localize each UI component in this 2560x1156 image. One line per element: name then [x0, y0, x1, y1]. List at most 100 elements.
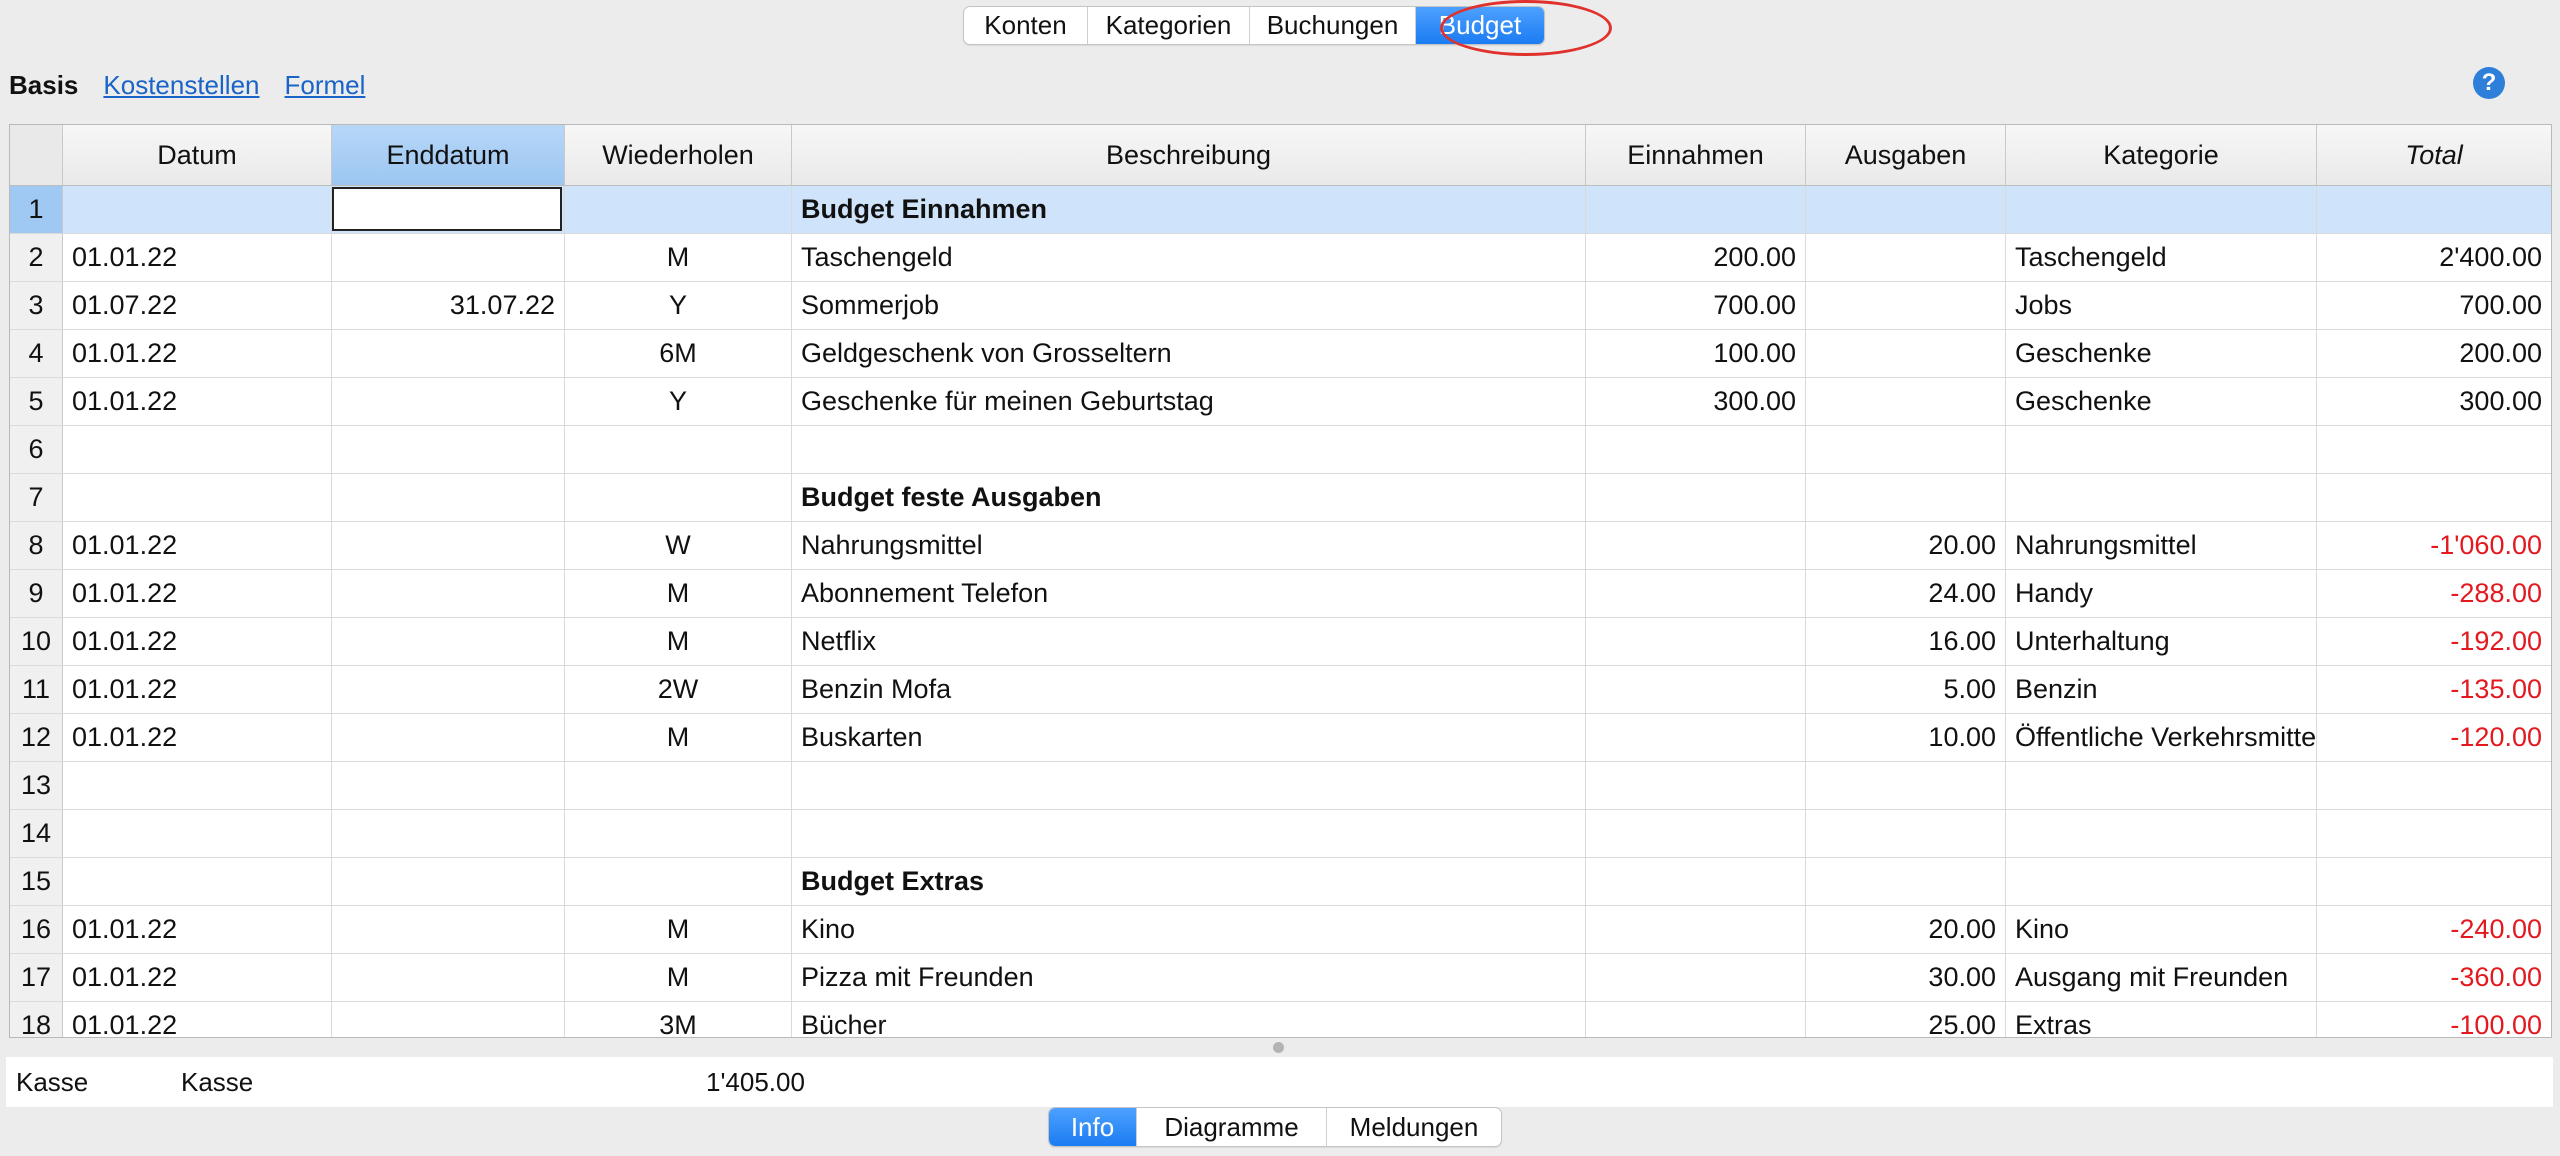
cell-datum[interactable] [63, 762, 332, 809]
tab-diagramme[interactable]: Diagramme [1137, 1108, 1327, 1146]
table-row[interactable]: 1 Budget Einnahmen [10, 186, 2551, 234]
cell-total[interactable]: -1'060.00 [2317, 522, 2551, 569]
cell-kategorie[interactable] [2006, 186, 2317, 233]
cell-enddatum[interactable] [332, 714, 565, 761]
cell-wiederholen[interactable] [565, 426, 792, 473]
cell-einnahmen[interactable] [1586, 762, 1806, 809]
cell-kategorie[interactable]: Nahrungsmittel [2006, 522, 2317, 569]
splitter-handle-icon[interactable] [1273, 1042, 1284, 1053]
cell-enddatum[interactable] [332, 234, 565, 281]
cell-datum[interactable] [63, 810, 332, 857]
table-row[interactable]: 17 01.01.22 M Pizza mit Freunden 30.00 Ausgan… [10, 954, 2551, 1002]
cell-total[interactable]: -288.00 [2317, 570, 2551, 617]
cell-beschreibung[interactable]: Nahrungsmittel [792, 522, 1586, 569]
cell-beschreibung[interactable]: Budget Extras [792, 858, 1586, 905]
active-cell-editor[interactable] [332, 187, 562, 231]
cell-wiederholen[interactable]: W [565, 522, 792, 569]
table-row[interactable]: 12 01.01.22 M Buskarten 10.00 Öffentliche Ver… [10, 714, 2551, 762]
cell-ausgaben[interactable] [1806, 378, 2006, 425]
cell-einnahmen[interactable]: 200.00 [1586, 234, 1806, 281]
cell-ausgaben[interactable]: 20.00 [1806, 906, 2006, 953]
cell-total[interactable]: 200.00 [2317, 330, 2551, 377]
cell-wiederholen[interactable]: M [565, 954, 792, 1001]
cell-total[interactable]: -240.00 [2317, 906, 2551, 953]
cell-beschreibung[interactable]: Buskarten [792, 714, 1586, 761]
cell-ausgaben[interactable] [1806, 474, 2006, 521]
cell-beschreibung[interactable]: Pizza mit Freunden [792, 954, 1586, 1001]
cell-enddatum[interactable] [332, 810, 565, 857]
panel-splitter[interactable] [0, 1038, 2560, 1056]
cell-wiederholen[interactable]: Y [565, 378, 792, 425]
cell-einnahmen[interactable] [1586, 522, 1806, 569]
cell-wiederholen[interactable]: M [565, 570, 792, 617]
cell-einnahmen[interactable]: 100.00 [1586, 330, 1806, 377]
cell-beschreibung[interactable]: Geldgeschenk von Grosseltern [792, 330, 1586, 377]
table-row[interactable]: 14 [10, 810, 2551, 858]
cell-einnahmen[interactable] [1586, 426, 1806, 473]
cell-beschreibung[interactable]: Bücher [792, 1002, 1586, 1037]
cell-enddatum[interactable]: 31.07.22 [332, 282, 565, 329]
cell-total[interactable]: -135.00 [2317, 666, 2551, 713]
table-row[interactable]: 2 01.01.22 M Taschengeld 200.00 Taschengeld 2'… [10, 234, 2551, 282]
cell-ausgaben[interactable] [1806, 858, 2006, 905]
table-row[interactable]: 10 01.01.22 M Netflix 16.00 Unterhaltung -192.… [10, 618, 2551, 666]
cell-kategorie[interactable] [2006, 810, 2317, 857]
cell-einnahmen[interactable] [1586, 858, 1806, 905]
cell-enddatum[interactable] [332, 570, 565, 617]
cell-wiederholen[interactable]: 6M [565, 330, 792, 377]
cell-total[interactable]: 700.00 [2317, 282, 2551, 329]
tab-meldungen[interactable]: Meldungen [1327, 1108, 1501, 1146]
view-kostenstellen-link[interactable]: Kostenstellen [103, 70, 259, 101]
cell-total[interactable] [2317, 426, 2551, 473]
cell-kategorie[interactable]: Kino [2006, 906, 2317, 953]
cell-wiederholen[interactable]: 2W [565, 666, 792, 713]
cell-datum[interactable]: 01.01.22 [63, 234, 332, 281]
cell-kategorie[interactable]: Jobs [2006, 282, 2317, 329]
col-header-enddatum[interactable]: Enddatum [332, 125, 565, 185]
cell-datum[interactable]: 01.01.22 [63, 714, 332, 761]
tab-konten[interactable]: Konten [964, 7, 1088, 44]
cell-datum[interactable]: 01.07.22 [63, 282, 332, 329]
cell-wiederholen[interactable]: M [565, 906, 792, 953]
cell-enddatum[interactable] [332, 522, 565, 569]
cell-kategorie[interactable]: Taschengeld [2006, 234, 2317, 281]
cell-datum[interactable]: 01.01.22 [63, 330, 332, 377]
cell-total[interactable]: -120.00 [2317, 714, 2551, 761]
cell-enddatum[interactable] [332, 378, 565, 425]
help-icon[interactable]: ? [2473, 67, 2505, 99]
view-formel-link[interactable]: Formel [285, 70, 366, 101]
cell-einnahmen[interactable] [1586, 810, 1806, 857]
cell-beschreibung[interactable] [792, 762, 1586, 809]
cell-beschreibung[interactable] [792, 426, 1586, 473]
cell-total[interactable] [2317, 186, 2551, 233]
cell-total[interactable] [2317, 810, 2551, 857]
cell-ausgaben[interactable] [1806, 762, 2006, 809]
cell-kategorie[interactable] [2006, 762, 2317, 809]
table-row[interactable]: 7 Budget feste Ausgaben [10, 474, 2551, 522]
cell-beschreibung[interactable]: Taschengeld [792, 234, 1586, 281]
cell-kategorie[interactable]: Geschenke [2006, 378, 2317, 425]
col-header-datum[interactable]: Datum [63, 125, 332, 185]
cell-datum[interactable]: 01.01.22 [63, 666, 332, 713]
table-row[interactable]: 3 01.07.22 31.07.22 Y Sommerjob 700.00 Jobs 700… [10, 282, 2551, 330]
cell-kategorie[interactable] [2006, 474, 2317, 521]
cell-einnahmen[interactable] [1586, 906, 1806, 953]
cell-kategorie[interactable] [2006, 426, 2317, 473]
cell-wiederholen[interactable] [565, 858, 792, 905]
cell-ausgaben[interactable]: 20.00 [1806, 522, 2006, 569]
cell-einnahmen[interactable] [1586, 618, 1806, 665]
cell-kategorie[interactable]: Handy [2006, 570, 2317, 617]
cell-einnahmen[interactable] [1586, 714, 1806, 761]
cell-enddatum[interactable] [332, 954, 565, 1001]
table-row[interactable]: 6 [10, 426, 2551, 474]
cell-beschreibung[interactable]: Geschenke für meinen Geburtstag [792, 378, 1586, 425]
view-basis[interactable]: Basis [9, 70, 78, 101]
cell-wiederholen[interactable]: 3M [565, 1002, 792, 1037]
table-row[interactable]: 8 01.01.22 W Nahrungsmittel 20.00 Nahrungsmit… [10, 522, 2551, 570]
table-row[interactable]: 16 01.01.22 M Kino 20.00 Kino -240.00 [10, 906, 2551, 954]
cell-enddatum[interactable] [332, 762, 565, 809]
cell-total[interactable]: 2'400.00 [2317, 234, 2551, 281]
cell-beschreibung[interactable] [792, 810, 1586, 857]
cell-datum[interactable]: 01.01.22 [63, 618, 332, 665]
cell-wiederholen[interactable] [565, 762, 792, 809]
